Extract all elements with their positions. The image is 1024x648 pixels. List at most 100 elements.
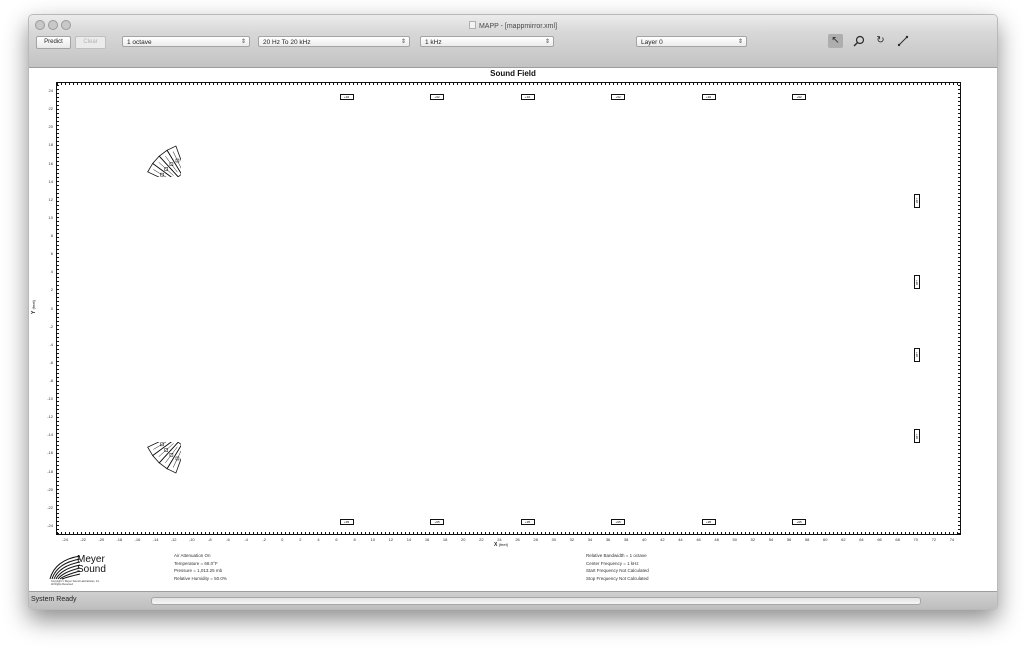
- stepper-icon: ⇕: [400, 39, 406, 45]
- y-axis-label-text: Y: [30, 310, 37, 314]
- x-tick-label: 18: [442, 537, 448, 542]
- x-axis-unit: (feet): [498, 542, 509, 547]
- rotate-tool-button[interactable]: ↻: [873, 34, 888, 48]
- frequency-range-select[interactable]: 20 Hz To 20 kHz ⇕: [258, 36, 410, 47]
- predict-button[interactable]: Predict: [36, 36, 71, 49]
- loudspeaker[interactable]: +95: [611, 519, 626, 526]
- logo-copyright: Copyright © Meyer Sound Laboratories, In…: [51, 580, 100, 586]
- loudspeaker[interactable]: +92: [913, 429, 920, 444]
- zoom-tool-button[interactable]: [851, 34, 866, 48]
- x-tick-label: 20: [461, 537, 466, 542]
- x-tick-label: 44: [678, 537, 683, 542]
- x-tick-label: 60: [823, 537, 828, 542]
- x-tick-label: 42: [660, 537, 665, 542]
- x-tick-label: 34: [587, 537, 593, 542]
- loudspeaker[interactable]: +92: [913, 347, 920, 362]
- y-tick-label: 16: [48, 160, 53, 166]
- logo-wordmark: Meyer Sound: [77, 555, 106, 575]
- x-axis-label: X (feet): [494, 542, 508, 548]
- status-bar: System Ready: [29, 591, 997, 609]
- toolbar: Predict Clear 1 octave ⇕ 20 Hz To 20 kHz…: [29, 34, 997, 68]
- loudspeaker[interactable]: +92: [701, 93, 716, 100]
- frequency-range-select-value: 20 Hz To 20 kHz: [263, 39, 311, 46]
- x-tick-label: 62: [841, 537, 846, 542]
- rotate-icon: ↻: [876, 35, 885, 46]
- pressure-text: Pressure = 1,013.25 mb: [174, 568, 223, 573]
- x-tick-label: -10: [188, 537, 195, 542]
- plot-title: Sound Field: [490, 69, 536, 78]
- bandwidth-text: Relative Bandwidth = 1 octave: [586, 553, 647, 558]
- minimize-window-button[interactable]: [48, 20, 58, 30]
- app-window: MAPP - [mappmirror.xml] Predict Clear 1 …: [28, 14, 998, 610]
- x-tick-label: 64: [859, 537, 864, 542]
- x-tick-label: 0: [281, 537, 284, 542]
- x-tick-label: 26: [515, 537, 520, 542]
- stepper-icon: ⇕: [240, 39, 246, 45]
- pointer-tool-button[interactable]: ↖: [828, 34, 843, 48]
- x-axis-label-text: X: [494, 542, 498, 548]
- x-tick-label: -20: [98, 537, 105, 542]
- stepper-icon: ⇕: [544, 39, 550, 45]
- x-tick-label: -18: [116, 537, 123, 542]
- y-tick-label: -22: [47, 504, 53, 510]
- x-tick-label: -4: [244, 537, 248, 542]
- environment-info: Air Attenuation On Temperature = 68.0°F …: [174, 552, 227, 582]
- layer-select[interactable]: Layer 0 ⇕: [636, 36, 747, 47]
- x-tick-label: -24: [62, 537, 68, 542]
- sound-field-view[interactable]: Sound Field Y (feet) 24 22 20 18 16 14 12 10 8 6 4…: [29, 68, 997, 591]
- loudspeaker[interactable]: +95: [701, 519, 716, 526]
- line-array[interactable]: [133, 441, 181, 486]
- loudspeaker[interactable]: +92: [520, 93, 535, 100]
- array-cabinet: [151, 156, 179, 178]
- loudspeaker[interactable]: +95: [792, 519, 807, 526]
- loudspeaker[interactable]: +92: [913, 275, 920, 290]
- layer-select-value: Layer 0: [641, 39, 663, 46]
- y-tick-label: 22: [48, 106, 53, 112]
- x-tick-label: 40: [642, 537, 647, 542]
- loudspeaker[interactable]: +95: [520, 519, 535, 526]
- y-tick-label: 4: [50, 269, 53, 275]
- measure-icon: [897, 35, 908, 47]
- loudspeaker[interactable]: +92: [339, 93, 354, 100]
- zoom-window-button[interactable]: [61, 20, 71, 30]
- loudspeaker[interactable]: +92: [792, 93, 807, 100]
- y-tick-label: 24: [48, 88, 53, 94]
- bandwidth-select-value: 1 octave: [127, 39, 152, 46]
- logo-brand-line2: Sound: [77, 564, 106, 575]
- loudspeaker[interactable]: +92: [611, 93, 626, 100]
- loudspeaker[interactable]: +95: [430, 519, 445, 526]
- y-tick-label: 10: [48, 214, 53, 220]
- loudspeaker[interactable]: +95: [339, 519, 354, 526]
- y-tick-label: 6: [50, 251, 53, 257]
- y-tick-label: 20: [48, 124, 53, 130]
- loudspeaker[interactable]: +92: [430, 93, 445, 100]
- y-tick-label: -18: [47, 468, 53, 474]
- sound-field-plot[interactable]: +92 +92 +92 +92 +92 +92 +95 +95 +95 +95 +95 +95 +92 +…: [56, 82, 961, 535]
- x-tick-label: 4: [317, 537, 320, 542]
- center-frequency-text: Center Frequency = 1 kHz: [586, 560, 639, 566]
- start-frequency-text: Start Frequency Not Calculated: [586, 568, 649, 573]
- x-tick-label: -2: [262, 537, 266, 542]
- center-frequency-select[interactable]: 1 kHz ⇕: [420, 36, 554, 47]
- stepper-icon: ⇕: [737, 39, 743, 45]
- x-tick-label: -16: [134, 537, 141, 542]
- center-frequency-select-value: 1 kHz: [425, 39, 442, 46]
- stop-frequency-text: Stop Frequency Not Calculated: [586, 575, 649, 581]
- window-title: MAPP - [mappmirror.xml]: [478, 23, 558, 30]
- y-tick-label: -12: [47, 414, 53, 420]
- y-tick-label: -16: [47, 450, 53, 456]
- x-tick-label: 38: [623, 537, 629, 542]
- y-tick-label: 12: [48, 196, 53, 202]
- y-tick-label: -20: [47, 486, 53, 492]
- bandwidth-select[interactable]: 1 octave ⇕: [122, 36, 250, 47]
- x-tick-label: 6: [335, 537, 338, 542]
- logo-copyright-line2: All Rights Reserved: [51, 583, 73, 586]
- y-tick-label: -4: [49, 341, 53, 347]
- pointer-icon: ↖: [831, 35, 840, 46]
- measure-tool-button[interactable]: [895, 34, 910, 48]
- x-tick-label: -22: [80, 537, 87, 542]
- close-window-button[interactable]: [35, 20, 45, 30]
- clear-button[interactable]: Clear: [75, 36, 106, 49]
- line-array[interactable]: [133, 133, 181, 178]
- loudspeaker[interactable]: +92: [913, 193, 920, 208]
